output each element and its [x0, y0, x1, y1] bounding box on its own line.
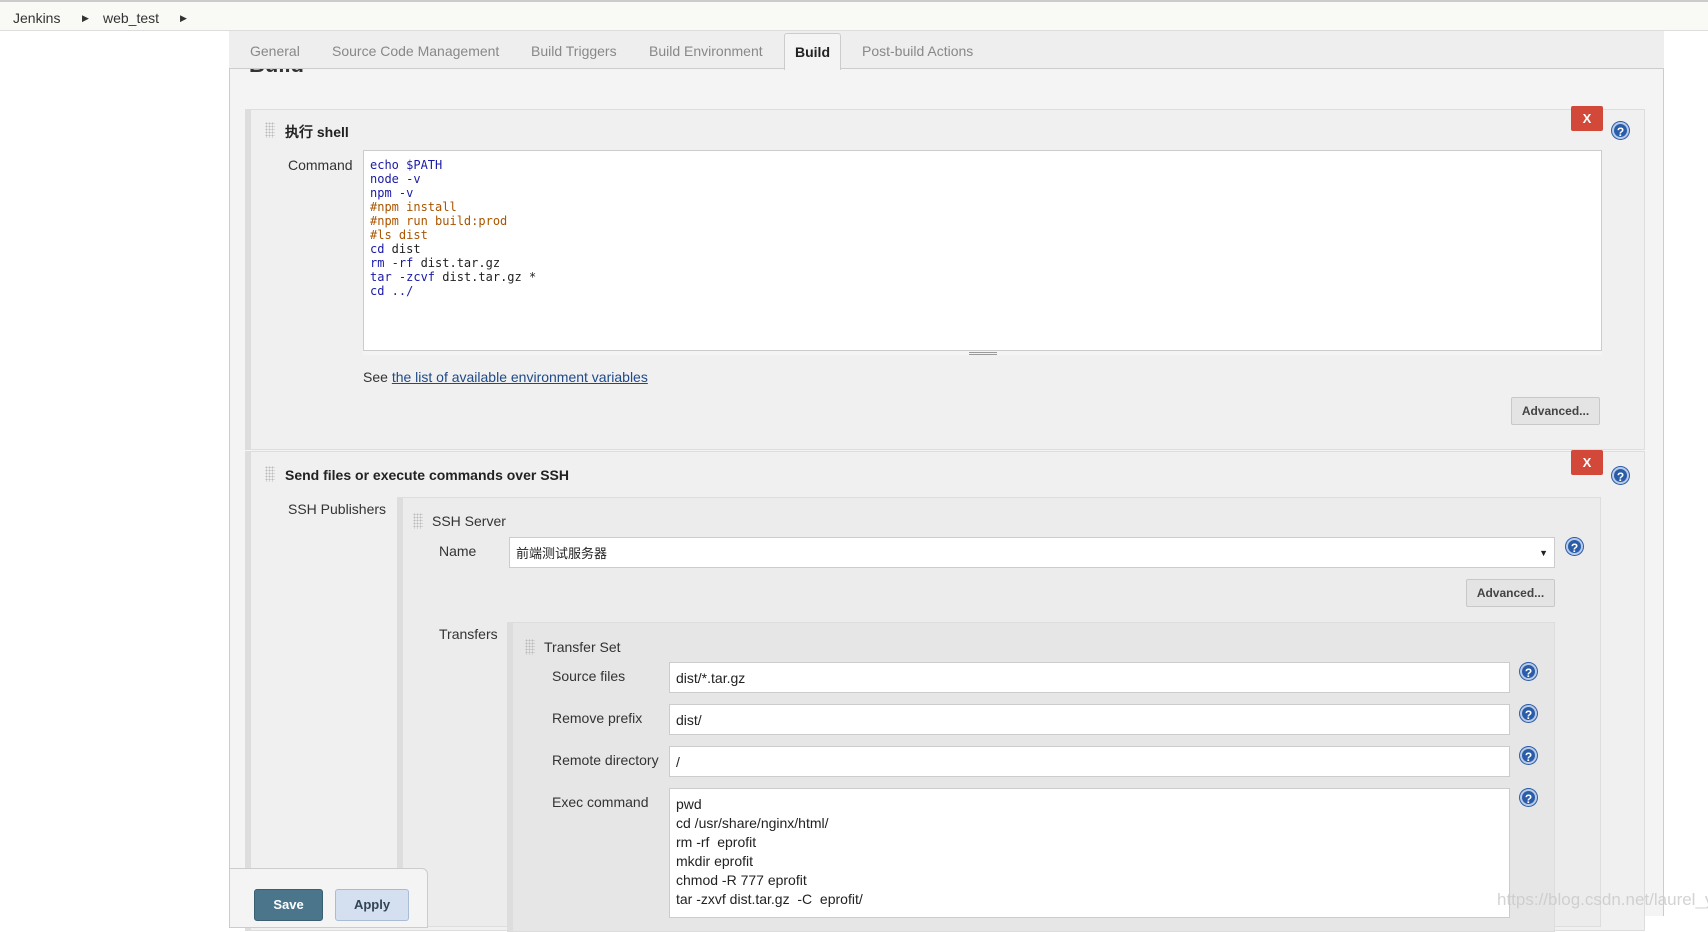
ssh-server-advanced-button[interactable]: Advanced... — [1466, 579, 1555, 607]
tab-build-environment[interactable]: Build Environment — [649, 43, 763, 59]
watermark: https://blog.csdn.net/laurel_y — [1497, 890, 1708, 909]
exec-command-label: Exec command — [552, 794, 649, 810]
command-textarea[interactable]: echo $PATH node -v npm -v #npm install #npm … — [363, 150, 1602, 355]
delete-ssh-step-button[interactable]: X — [1571, 450, 1603, 475]
textarea-resize-handle[interactable] — [363, 350, 1602, 355]
remove-prefix-label: Remove prefix — [552, 710, 643, 726]
help-icon[interactable]: ? — [1520, 747, 1537, 764]
tab-build-triggers[interactable]: Build Triggers — [531, 43, 617, 59]
tab-bar: General Source Code Management Build Tri… — [229, 31, 1664, 70]
help-icon[interactable]: ? — [1520, 705, 1537, 722]
source-files-input[interactable]: dist/*.tar.gz — [669, 662, 1510, 693]
chevron-right-icon: ▶ — [82, 13, 89, 23]
ssh-server-title: SSH Server — [432, 513, 506, 529]
drag-handle-icon[interactable] — [265, 466, 275, 482]
breadcrumb: Jenkins ▶ web_test ▶ — [0, 0, 1708, 31]
ssh-step-title: Send files or execute commands over SSH — [285, 467, 569, 483]
env-vars-link[interactable]: the list of available environment variab… — [392, 369, 648, 385]
remote-directory-input[interactable]: / — [669, 746, 1510, 777]
command-line: #npm run build:prod — [370, 214, 508, 228]
breadcrumb-web-test[interactable]: web_test — [103, 10, 159, 26]
drag-handle-icon[interactable] — [525, 639, 535, 655]
remote-directory-label: Remote directory — [552, 752, 659, 768]
chevron-right-icon[interactable]: ▶ — [180, 13, 187, 24]
help-icon[interactable]: ? — [1520, 789, 1537, 806]
save-button[interactable]: Save — [254, 889, 323, 921]
delete-shell-step-button[interactable]: X — [1571, 106, 1603, 131]
exec-command-textarea[interactable]: pwd cd /usr/share/nginx/html/ rm -rf epr… — [669, 788, 1510, 918]
command-line: echo $PATH — [370, 158, 443, 172]
command-line: cd ../ — [370, 284, 414, 298]
command-line: cd dist — [370, 242, 421, 256]
transfers-label: Transfers — [439, 626, 498, 642]
drag-handle-icon[interactable] — [265, 122, 275, 138]
tab-general[interactable]: General — [250, 43, 300, 59]
breadcrumb-jenkins[interactable]: Jenkins — [13, 10, 60, 26]
tab-build[interactable]: Build — [784, 33, 841, 70]
apply-button[interactable]: Apply — [335, 889, 409, 921]
command-line: #ls dist — [370, 228, 428, 242]
help-icon[interactable]: ? — [1520, 663, 1537, 680]
dropdown-arrow-icon: ▼ — [1539, 547, 1548, 558]
env-vars-hint: See the list of available environment va… — [363, 369, 648, 385]
shell-advanced-button[interactable]: Advanced... — [1511, 397, 1600, 425]
command-line: #npm install — [370, 200, 457, 214]
help-icon[interactable]: ? — [1566, 538, 1583, 555]
name-label: Name — [439, 543, 477, 559]
source-files-label: Source files — [552, 668, 626, 684]
ssh-publishers-label: SSH Publishers — [288, 501, 387, 517]
help-icon[interactable]: ? — [1612, 467, 1629, 484]
command-line: node -v — [370, 172, 421, 186]
ssh-server-name-select[interactable]: 前端测试服务器 ▼ — [509, 537, 1555, 568]
remove-prefix-input[interactable]: dist/ — [669, 704, 1510, 735]
command-line: rm -rf dist.tar.gz — [370, 256, 501, 270]
command-label: Command — [288, 157, 353, 173]
shell-step-title: 执行 shell — [285, 124, 349, 140]
command-line: tar -zcvf dist.tar.gz * — [370, 270, 537, 284]
help-icon[interactable]: ? — [1612, 122, 1629, 139]
tab-post-build-actions[interactable]: Post-build Actions — [862, 43, 973, 59]
tab-source-code-management[interactable]: Source Code Management — [332, 43, 499, 59]
see-text: See — [363, 369, 392, 385]
command-line: npm -v — [370, 186, 414, 200]
drag-handle-icon[interactable] — [413, 513, 423, 529]
selected-server: 前端测试服务器 — [516, 546, 608, 561]
transfer-set-title: Transfer Set — [544, 639, 621, 655]
